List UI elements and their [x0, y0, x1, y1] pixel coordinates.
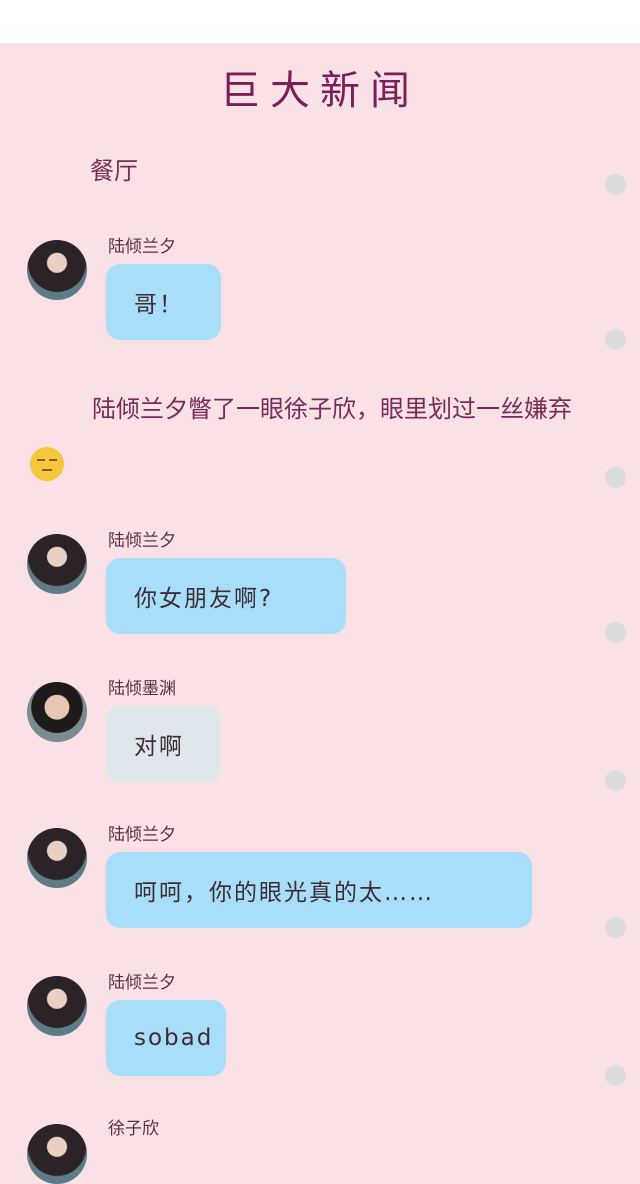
toggle-dot[interactable] [605, 174, 626, 195]
avatar[interactable] [27, 976, 87, 1036]
toggle-dot[interactable] [605, 770, 626, 791]
sender-name: 陆倾兰夕 [108, 237, 176, 257]
narration-scene: 餐厅 [90, 157, 138, 185]
toggle-dot[interactable] [605, 467, 626, 488]
avatar[interactable] [27, 1124, 87, 1184]
avatar[interactable] [27, 828, 87, 888]
unamused-face-icon [30, 447, 64, 481]
sender-name: 陆倾兰夕 [108, 531, 176, 551]
sender-name: 徐子欣 [108, 1119, 159, 1139]
sender-name: 陆倾兰夕 [108, 825, 176, 845]
toggle-dot[interactable] [605, 1065, 626, 1086]
toggle-dot[interactable] [605, 329, 626, 350]
message-bubble[interactable]: 呵呵，你的眼光真的太…… [106, 852, 532, 928]
narration-action-text: 陆倾兰夕瞥了一眼徐子欣，眼里划过一丝嫌弃 [92, 395, 572, 423]
narration-action: 陆倾兰夕瞥了一眼徐子欣，眼里划过一丝嫌弃 [30, 380, 590, 496]
avatar[interactable] [27, 682, 87, 742]
sender-name: 陆倾墨渊 [108, 679, 176, 699]
sender-name: 陆倾兰夕 [108, 973, 176, 993]
message-bubble[interactable]: 对啊 [106, 706, 221, 782]
avatar[interactable] [27, 534, 87, 594]
message-bubble[interactable]: sobad [106, 1000, 226, 1076]
top-status-area [0, 0, 640, 43]
toggle-dot[interactable] [605, 622, 626, 643]
message-bubble[interactable]: 哥！ [106, 264, 221, 340]
page-title: 巨大新闻 [220, 68, 420, 114]
message-bubble[interactable]: 你女朋友啊? [106, 558, 346, 634]
toggle-dot[interactable] [605, 917, 626, 938]
avatar[interactable] [27, 240, 87, 300]
